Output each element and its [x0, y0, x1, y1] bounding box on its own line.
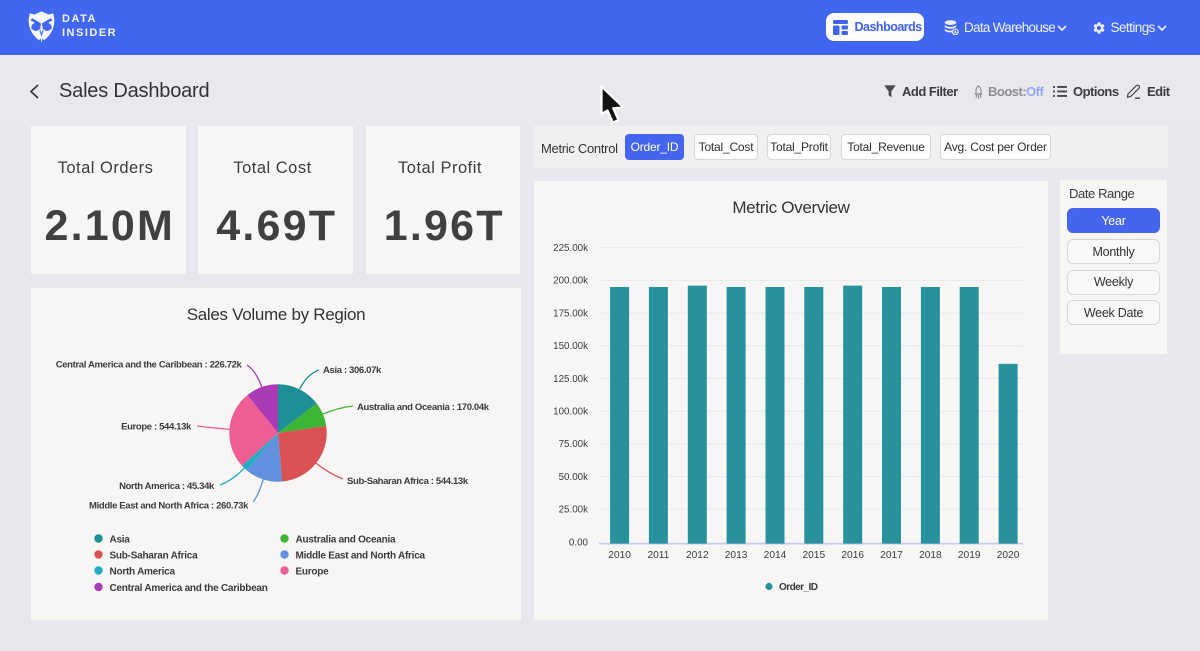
- svg-text:Central America and the Caribb: Central America and the Caribbean : 226.…: [56, 360, 243, 371]
- svg-text:Middle East and North Africa: Middle East and North Africa: [296, 551, 426, 562]
- svg-text:2013: 2013: [725, 550, 748, 561]
- svg-text:50.00k: 50.00k: [559, 472, 589, 483]
- svg-text:200.00k: 200.00k: [553, 276, 588, 287]
- svg-text:Asia: Asia: [110, 535, 131, 546]
- svg-text:2010: 2010: [608, 550, 631, 561]
- svg-text:225.00k: 225.00k: [553, 243, 588, 254]
- svg-text:Sub-Saharan Africa : 544.13k: Sub-Saharan Africa : 544.13k: [347, 476, 469, 487]
- svg-text:100.00k: 100.00k: [553, 407, 588, 418]
- svg-text:Central America and the Caribb: Central America and the Caribbean: [110, 583, 268, 594]
- svg-text:75.00k: 75.00k: [559, 439, 589, 450]
- svg-text:2011: 2011: [647, 550, 669, 561]
- svg-text:Asia : 306.07k: Asia : 306.07k: [323, 365, 382, 376]
- svg-text:0.00: 0.00: [569, 537, 589, 548]
- svg-text:150.00k: 150.00k: [553, 341, 588, 352]
- svg-text:25.00k: 25.00k: [559, 505, 589, 516]
- svg-text:2016: 2016: [841, 550, 864, 561]
- svg-text:Australia and Oceania: Australia and Oceania: [296, 535, 396, 546]
- svg-text:North America: North America: [110, 567, 176, 578]
- svg-text:175.00k: 175.00k: [553, 308, 588, 319]
- svg-text:2019: 2019: [958, 550, 981, 561]
- svg-text:2014: 2014: [764, 550, 787, 561]
- svg-text:2020: 2020: [997, 550, 1020, 561]
- svg-text:2015: 2015: [802, 550, 825, 561]
- svg-text:125.00k: 125.00k: [553, 374, 588, 385]
- svg-text:North America : 45.34k: North America : 45.34k: [119, 481, 215, 492]
- svg-text:Order_ID: Order_ID: [779, 582, 818, 593]
- svg-text:2012: 2012: [686, 550, 709, 561]
- svg-text:Europe : 544.13k: Europe : 544.13k: [121, 422, 192, 433]
- svg-text:2018: 2018: [919, 550, 942, 561]
- svg-text:2017: 2017: [880, 550, 903, 561]
- svg-text:Middle East and North Africa :: Middle East and North Africa : 260.73k: [89, 501, 249, 512]
- svg-text:Sub-Saharan Africa: Sub-Saharan Africa: [110, 551, 199, 562]
- svg-text:Australia and Oceania : 170.04: Australia and Oceania : 170.04k: [357, 402, 490, 413]
- svg-text:Europe: Europe: [296, 567, 330, 578]
